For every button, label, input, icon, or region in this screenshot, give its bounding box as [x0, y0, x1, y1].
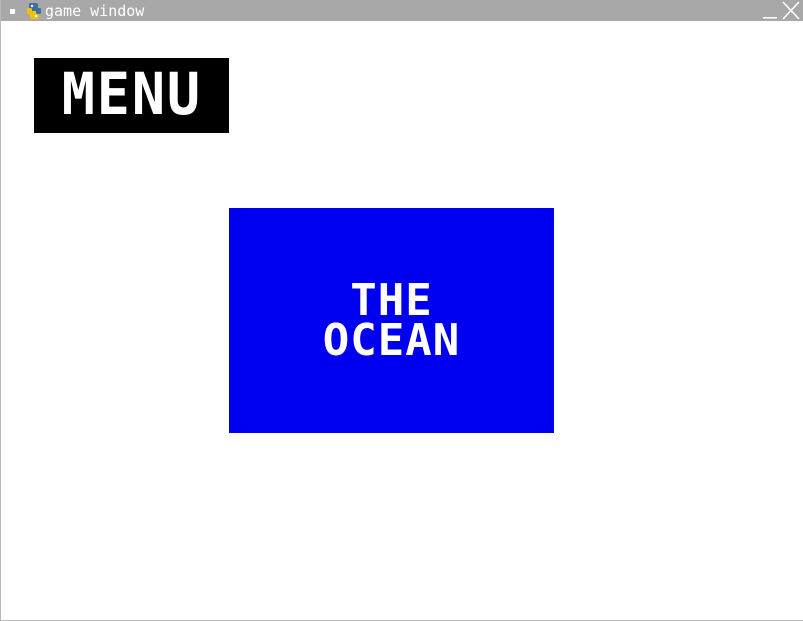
- game-window: game window MENU THE OCEAN: [0, 0, 803, 621]
- window-title: game window: [45, 2, 145, 20]
- close-icon[interactable]: [781, 1, 801, 20]
- level-title-line1: THE: [350, 274, 433, 326]
- title-bar[interactable]: game window: [1, 0, 803, 21]
- menu-button[interactable]: MENU: [34, 58, 229, 133]
- level-the-ocean-button[interactable]: THE OCEAN: [229, 208, 554, 433]
- level-title-line2: OCEAN: [322, 314, 461, 366]
- minimize-icon[interactable]: [761, 2, 779, 20]
- python-snake-icon: [27, 3, 41, 19]
- system-menu-icon[interactable]: [10, 9, 15, 14]
- game-canvas: MENU THE OCEAN: [2, 21, 803, 620]
- menu-button-label: MENU: [61, 59, 202, 128]
